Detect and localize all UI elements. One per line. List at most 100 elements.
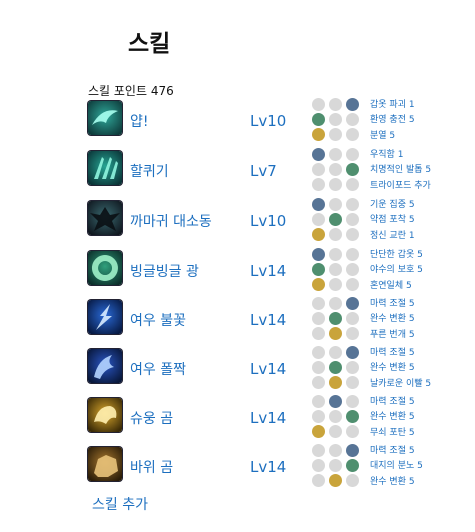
- wind-slash-icon[interactable]: [88, 101, 122, 135]
- tripod-dot[interactable]: [312, 410, 325, 423]
- skill-name[interactable]: 여우 폴짝: [130, 359, 186, 379]
- bear-dash-icon[interactable]: [88, 398, 122, 432]
- tripod-dot[interactable]: [329, 248, 342, 261]
- tripod-selected-dot[interactable]: [312, 198, 325, 211]
- tripod-mod-link[interactable]: 갑옷 파괴 1: [370, 98, 415, 113]
- tripod-selected-dot[interactable]: [346, 163, 359, 176]
- tripod-dot[interactable]: [346, 228, 359, 241]
- tripod-mod-link[interactable]: 단단한 갑옷 5: [370, 248, 423, 263]
- tripod-mod-link[interactable]: 완수 변환 5: [370, 410, 415, 425]
- tripod-dot[interactable]: [312, 346, 325, 359]
- skill-name[interactable]: 까마귀 대소동: [130, 211, 212, 231]
- tripod-selected-dot[interactable]: [346, 444, 359, 457]
- tripod-dot[interactable]: [346, 395, 359, 408]
- tripod-dot[interactable]: [346, 376, 359, 389]
- tripod-selected-dot[interactable]: [329, 312, 342, 325]
- tripod-dot[interactable]: [329, 263, 342, 276]
- tripod-selected-dot[interactable]: [346, 297, 359, 310]
- tripod-selected-dot[interactable]: [312, 278, 325, 291]
- skill-level[interactable]: Lv14: [250, 458, 286, 476]
- tripod-dot[interactable]: [312, 444, 325, 457]
- tripod-selected-dot[interactable]: [312, 113, 325, 126]
- skill-level[interactable]: Lv14: [250, 311, 286, 329]
- tripod-dot[interactable]: [329, 163, 342, 176]
- tripod-dot[interactable]: [329, 410, 342, 423]
- tripod-dot[interactable]: [312, 459, 325, 472]
- rock-bear-icon[interactable]: [88, 447, 122, 481]
- tripod-selected-dot[interactable]: [312, 263, 325, 276]
- tripod-dot[interactable]: [329, 98, 342, 111]
- tripod-selected-dot[interactable]: [329, 474, 342, 487]
- tripod-mod-link[interactable]: 트라이포드 추가: [370, 179, 431, 194]
- tripod-selected-dot[interactable]: [312, 128, 325, 141]
- tripod-dot[interactable]: [312, 376, 325, 389]
- tripod-dot[interactable]: [312, 178, 325, 191]
- tripod-dot[interactable]: [312, 395, 325, 408]
- skill-name[interactable]: 여우 불꽃: [130, 310, 186, 330]
- tripod-selected-dot[interactable]: [312, 425, 325, 438]
- fox-leap-icon[interactable]: [88, 349, 122, 383]
- tripod-dot[interactable]: [329, 425, 342, 438]
- tripod-dot[interactable]: [329, 444, 342, 457]
- tripod-dot[interactable]: [312, 474, 325, 487]
- tripod-mod-link[interactable]: 무쇠 포탄 5: [370, 426, 415, 441]
- skill-level[interactable]: Lv14: [250, 360, 286, 378]
- tripod-mod-link[interactable]: 완수 변환 5: [370, 475, 423, 490]
- tripod-dot[interactable]: [346, 148, 359, 161]
- tripod-mod-link[interactable]: 푸른 번개 5: [370, 328, 415, 343]
- tripod-mod-link[interactable]: 야수의 보호 5: [370, 263, 423, 278]
- tripod-selected-dot[interactable]: [346, 346, 359, 359]
- tripod-mod-link[interactable]: 기운 집중 5: [370, 198, 415, 213]
- tripod-mod-link[interactable]: 마력 조절 5: [370, 395, 415, 410]
- tripod-selected-dot[interactable]: [329, 395, 342, 408]
- skill-name[interactable]: 바위 곰: [130, 457, 173, 477]
- tripod-dot[interactable]: [329, 297, 342, 310]
- tripod-dot[interactable]: [346, 213, 359, 226]
- tripod-dot[interactable]: [329, 228, 342, 241]
- tripod-mod-link[interactable]: 정신 교란 1: [370, 229, 415, 244]
- tripod-mod-link[interactable]: 마력 조절 5: [370, 444, 423, 459]
- skill-name[interactable]: 할퀴기: [130, 161, 169, 181]
- tripod-dot[interactable]: [346, 128, 359, 141]
- tripod-dot[interactable]: [346, 248, 359, 261]
- tripod-selected-dot[interactable]: [346, 98, 359, 111]
- tripod-selected-dot[interactable]: [346, 459, 359, 472]
- tripod-mod-link[interactable]: 대지의 분노 5: [370, 459, 423, 474]
- tripod-dot[interactable]: [346, 327, 359, 340]
- tripod-dot[interactable]: [312, 312, 325, 325]
- tripod-dot[interactable]: [312, 327, 325, 340]
- tripod-dot[interactable]: [346, 113, 359, 126]
- tripod-dot[interactable]: [346, 198, 359, 211]
- tripod-selected-dot[interactable]: [346, 410, 359, 423]
- tripod-mod-link[interactable]: 분열 5: [370, 129, 415, 144]
- tripod-selected-dot[interactable]: [312, 228, 325, 241]
- tripod-dot[interactable]: [329, 178, 342, 191]
- tripod-mod-link[interactable]: 마력 조절 5: [370, 297, 415, 312]
- tripod-mod-link[interactable]: 완수 변환 5: [370, 312, 415, 327]
- skill-level[interactable]: Lv10: [250, 112, 286, 130]
- tripod-dot[interactable]: [346, 425, 359, 438]
- tripod-dot[interactable]: [329, 113, 342, 126]
- tripod-mod-link[interactable]: 환영 충전 5: [370, 113, 415, 128]
- tripod-dot[interactable]: [346, 312, 359, 325]
- claw-icon[interactable]: [88, 151, 122, 185]
- skill-name[interactable]: 빙글빙글 광: [130, 261, 199, 281]
- skill-level[interactable]: Lv10: [250, 212, 286, 230]
- tripod-mod-link[interactable]: 마력 조절 5: [370, 346, 431, 361]
- skill-level[interactable]: Lv14: [250, 409, 286, 427]
- add-skill-link[interactable]: 스킬 추가: [92, 494, 148, 514]
- tripod-dot[interactable]: [312, 98, 325, 111]
- tripod-dot[interactable]: [346, 263, 359, 276]
- tripod-dot[interactable]: [329, 198, 342, 211]
- tripod-dot[interactable]: [346, 278, 359, 291]
- tripod-dot[interactable]: [312, 213, 325, 226]
- tripod-selected-dot[interactable]: [329, 327, 342, 340]
- tripod-selected-dot[interactable]: [329, 361, 342, 374]
- tripod-mod-link[interactable]: 치명적인 발톱 5: [370, 163, 431, 178]
- tripod-dot[interactable]: [329, 278, 342, 291]
- crow-icon[interactable]: [88, 201, 122, 235]
- tripod-mod-link[interactable]: 혼연일체 5: [370, 279, 423, 294]
- tripod-selected-dot[interactable]: [312, 148, 325, 161]
- tripod-dot[interactable]: [312, 297, 325, 310]
- tripod-selected-dot[interactable]: [329, 376, 342, 389]
